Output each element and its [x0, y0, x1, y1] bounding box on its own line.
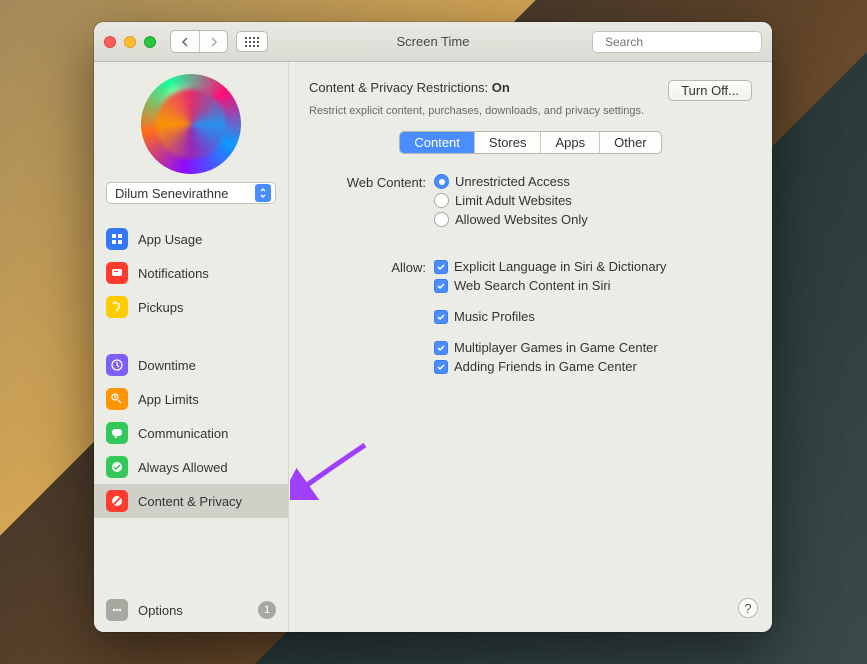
back-button[interactable] [171, 31, 199, 52]
titlebar: Screen Time [94, 22, 772, 62]
window-body: Dilum Senevirathne App Usage Notificati [94, 62, 772, 632]
checkbox-label: Multiplayer Games in Game Center [454, 340, 658, 355]
checkbox[interactable] [434, 260, 448, 274]
sidebar-item-content-privacy[interactable]: Content & Privacy [94, 484, 288, 518]
grid-icon [245, 37, 259, 47]
preferences-window: Screen Time Dilum Senevirathne [94, 22, 772, 632]
pickups-icon [106, 296, 128, 318]
notifications-icon [106, 262, 128, 284]
tab-content[interactable]: Content [400, 132, 474, 153]
checkbox-label: Explicit Language in Siri & Dictionary [454, 259, 666, 274]
checkbox[interactable] [434, 310, 448, 324]
check-multiplayer-games[interactable]: Multiplayer Games in Game Center [434, 340, 752, 355]
sidebar-item-label: Pickups [138, 300, 184, 315]
zoom-window-button[interactable] [144, 36, 156, 48]
tab-other[interactable]: Other [599, 132, 661, 153]
sidebar-group-limits: Downtime App Limits Communication [94, 348, 288, 518]
sidebar-item-label: Always Allowed [138, 460, 228, 475]
chevron-left-icon [181, 37, 189, 47]
radio-button[interactable] [434, 193, 449, 208]
sidebar: Dilum Senevirathne App Usage Notificati [94, 62, 289, 632]
checkbox[interactable] [434, 341, 448, 355]
window-controls [104, 36, 156, 48]
chevron-right-icon [210, 37, 218, 47]
sidebar-item-downtime[interactable]: Downtime [94, 348, 288, 382]
checkbox[interactable] [434, 279, 448, 293]
check-music-profiles[interactable]: Music Profiles [434, 309, 752, 324]
user-dropdown[interactable]: Dilum Senevirathne [106, 182, 276, 204]
sidebar-item-app-usage[interactable]: App Usage [94, 222, 288, 256]
check-web-search-siri[interactable]: Web Search Content in Siri [434, 278, 752, 293]
app-usage-icon [106, 228, 128, 250]
content-tabs: Content Stores Apps Other [399, 131, 661, 154]
main-panel: Content & Privacy Restrictions: On Turn … [289, 62, 772, 632]
always-allowed-icon [106, 456, 128, 478]
downtime-icon [106, 354, 128, 376]
sidebar-item-label: Notifications [138, 266, 209, 281]
forward-button[interactable] [199, 31, 227, 52]
restrictions-subtext: Restrict explicit content, purchases, do… [309, 105, 752, 117]
sidebar-item-always-allowed[interactable]: Always Allowed [94, 450, 288, 484]
communication-icon [106, 422, 128, 444]
close-window-button[interactable] [104, 36, 116, 48]
sidebar-item-label: Content & Privacy [138, 494, 242, 509]
help-button[interactable]: ? [738, 598, 758, 618]
content-privacy-icon [106, 490, 128, 512]
checkbox[interactable] [434, 360, 448, 374]
sidebar-options[interactable]: Options 1 [94, 588, 288, 632]
options-badge: 1 [258, 601, 276, 619]
options-label: Options [138, 603, 183, 618]
sidebar-item-pickups[interactable]: Pickups [94, 290, 288, 324]
app-limits-icon [106, 388, 128, 410]
radio-label: Allowed Websites Only [455, 212, 588, 227]
allow-row: Allow: Explicit Language in Siri & Dicti… [309, 259, 752, 378]
sidebar-item-label: Communication [138, 426, 228, 441]
radio-limit-adult[interactable]: Limit Adult Websites [434, 193, 752, 208]
sidebar-item-communication[interactable]: Communication [94, 416, 288, 450]
tab-stores[interactable]: Stores [474, 132, 541, 153]
sidebar-item-notifications[interactable]: Notifications [94, 256, 288, 290]
sidebar-item-label: Downtime [138, 358, 196, 373]
window-title: Screen Time [397, 34, 470, 49]
radio-button[interactable] [434, 212, 449, 227]
tab-apps[interactable]: Apps [540, 132, 599, 153]
user-avatar[interactable] [141, 74, 241, 174]
web-content-row: Web Content: Unrestricted Access Limit A… [309, 174, 752, 231]
check-explicit-language[interactable]: Explicit Language in Siri & Dictionary [434, 259, 752, 274]
radio-button[interactable] [434, 174, 449, 189]
search-input[interactable] [603, 34, 762, 50]
main-header: Content & Privacy Restrictions: On Turn … [309, 80, 752, 101]
user-name-label: Dilum Senevirathne [115, 186, 228, 201]
minimize-window-button[interactable] [124, 36, 136, 48]
sidebar-item-app-limits[interactable]: App Limits [94, 382, 288, 416]
restrictions-heading: Content & Privacy Restrictions: On [309, 80, 510, 95]
radio-unrestricted[interactable]: Unrestricted Access [434, 174, 752, 189]
radio-allowed-only[interactable]: Allowed Websites Only [434, 212, 752, 227]
show-all-button[interactable] [236, 31, 268, 52]
allow-label: Allow: [309, 259, 434, 378]
web-content-label: Web Content: [309, 174, 434, 231]
sidebar-group-usage: App Usage Notifications Pickups [94, 222, 288, 324]
radio-label: Unrestricted Access [455, 174, 570, 189]
sidebar-item-label: App Usage [138, 232, 202, 247]
options-icon [106, 599, 128, 621]
checkbox-label: Web Search Content in Siri [454, 278, 611, 293]
nav-buttons [170, 30, 228, 53]
checkbox-label: Music Profiles [454, 309, 535, 324]
avatar-container [94, 74, 288, 174]
dropdown-arrows-icon [255, 184, 271, 202]
turn-off-button[interactable]: Turn Off... [668, 80, 752, 101]
radio-label: Limit Adult Websites [455, 193, 572, 208]
check-adding-friends[interactable]: Adding Friends in Game Center [434, 359, 752, 374]
checkbox-label: Adding Friends in Game Center [454, 359, 637, 374]
sidebar-item-label: App Limits [138, 392, 199, 407]
search-field[interactable] [592, 31, 762, 53]
